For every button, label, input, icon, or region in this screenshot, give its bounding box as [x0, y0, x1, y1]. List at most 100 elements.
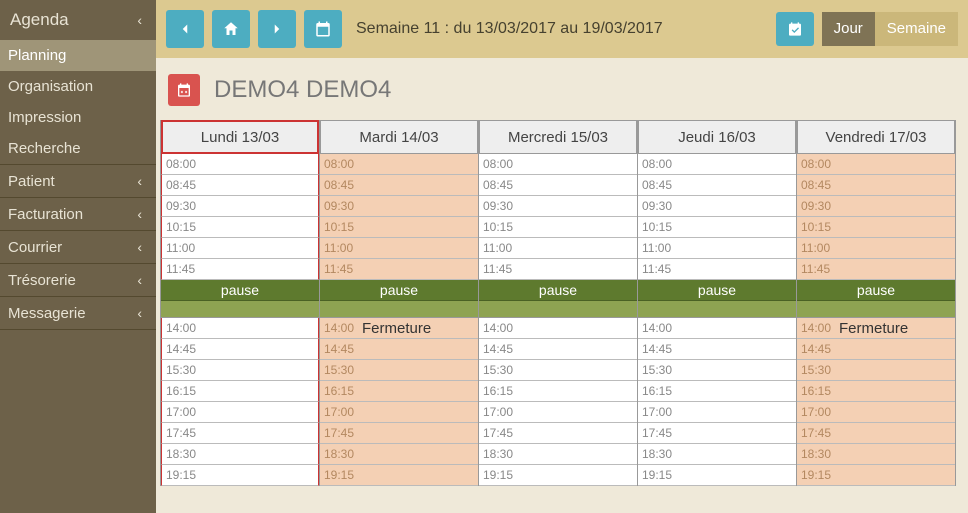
time-slot[interactable]: 19:15	[320, 465, 478, 486]
sidebar-section-courrier[interactable]: Courrier‹	[0, 231, 156, 263]
time-slot[interactable]: 15:30	[320, 360, 478, 381]
time-slot[interactable]: 14:45	[161, 339, 319, 360]
time-slot[interactable]: 11:45	[638, 259, 796, 280]
day-header[interactable]: Vendredi 17/03	[797, 120, 955, 154]
time-slot[interactable]: 09:30	[320, 196, 478, 217]
time-slot[interactable]: 14:00	[161, 318, 319, 339]
time-slot[interactable]: 17:00	[161, 402, 319, 423]
time-slot[interactable]: 16:15	[320, 381, 478, 402]
time-slot[interactable]: 15:30	[797, 360, 955, 381]
time-slot[interactable]: 09:30	[638, 196, 796, 217]
time-slot[interactable]: 10:15	[161, 217, 319, 238]
time-slot[interactable]: 11:00	[479, 238, 637, 259]
time-slot[interactable]: 09:30	[479, 196, 637, 217]
time-slot[interactable]: 18:30	[638, 444, 796, 465]
time-slot[interactable]: 14:00Fermeture	[797, 318, 955, 339]
prev-button[interactable]	[166, 10, 204, 48]
time-slot[interactable]: 11:45	[479, 259, 637, 280]
time-slot[interactable]: 08:45	[638, 175, 796, 196]
time-slot[interactable]: 17:00	[638, 402, 796, 423]
time-slot[interactable]: 14:00Fermeture	[320, 318, 478, 339]
time-slot[interactable]: 08:00	[479, 154, 637, 175]
time-slot[interactable]: 15:30	[479, 360, 637, 381]
time-slot[interactable]: 10:15	[320, 217, 478, 238]
view-day-button[interactable]: Jour	[822, 12, 875, 46]
sidebar: Agenda ‹ PlanningOrganisationImpressionR…	[0, 0, 156, 513]
time-slot[interactable]: 11:45	[797, 259, 955, 280]
chevron-left-icon: ‹	[137, 206, 142, 222]
time-slot[interactable]: 08:00	[638, 154, 796, 175]
time-slot[interactable]: 17:00	[479, 402, 637, 423]
sidebar-section-trésorerie[interactable]: Trésorerie‹	[0, 264, 156, 296]
time-slot[interactable]: 18:30	[320, 444, 478, 465]
sidebar-sub-organisation[interactable]: Organisation	[0, 71, 156, 102]
view-week-button[interactable]: Semaine	[875, 12, 958, 46]
chevron-left-icon: ‹	[137, 272, 142, 288]
time-slot[interactable]: 17:00	[797, 402, 955, 423]
time-slot[interactable]: 10:15	[638, 217, 796, 238]
pause-block-2	[797, 301, 955, 318]
sidebar-agenda-header[interactable]: Agenda ‹	[0, 0, 156, 40]
home-button[interactable]	[212, 10, 250, 48]
time-slot[interactable]: 17:45	[797, 423, 955, 444]
sidebar-section-patient[interactable]: Patient‹	[0, 165, 156, 197]
time-slot[interactable]: 19:15	[638, 465, 796, 486]
time-slot[interactable]: 08:45	[161, 175, 319, 196]
time-slot[interactable]: 14:45	[797, 339, 955, 360]
today-button[interactable]	[776, 12, 814, 46]
sidebar-sub-planning[interactable]: Planning	[0, 40, 156, 71]
time-slot[interactable]: 17:45	[479, 423, 637, 444]
time-slot[interactable]: 14:45	[320, 339, 478, 360]
pause-block-2	[320, 301, 478, 318]
time-slot[interactable]: 14:00	[479, 318, 637, 339]
time-slot[interactable]: 11:45	[320, 259, 478, 280]
time-slot[interactable]: 11:00	[320, 238, 478, 259]
time-slot[interactable]: 10:15	[479, 217, 637, 238]
time-slot[interactable]: 08:00	[797, 154, 955, 175]
calendar-button[interactable]	[304, 10, 342, 48]
time-slot[interactable]: 17:45	[161, 423, 319, 444]
day-header[interactable]: Lundi 13/03	[161, 120, 319, 154]
time-slot[interactable]: 18:30	[479, 444, 637, 465]
time-slot[interactable]: 19:15	[161, 465, 319, 486]
time-slot[interactable]: 09:30	[161, 196, 319, 217]
pause-block-2	[161, 301, 319, 318]
sidebar-sub-recherche[interactable]: Recherche	[0, 133, 156, 164]
time-slot[interactable]: 15:30	[638, 360, 796, 381]
time-slot[interactable]: 19:15	[479, 465, 637, 486]
sidebar-sub-impression[interactable]: Impression	[0, 102, 156, 133]
day-header[interactable]: Mercredi 15/03	[479, 120, 637, 154]
time-slot[interactable]: 08:45	[479, 175, 637, 196]
time-slot[interactable]: 08:00	[320, 154, 478, 175]
event-label: Fermeture	[362, 318, 431, 339]
sidebar-section-facturation[interactable]: Facturation‹	[0, 198, 156, 230]
time-slot[interactable]: 14:00	[638, 318, 796, 339]
time-slot[interactable]: 09:30	[797, 196, 955, 217]
time-slot[interactable]: 11:00	[797, 238, 955, 259]
next-button[interactable]	[258, 10, 296, 48]
time-slot[interactable]: 18:30	[797, 444, 955, 465]
time-slot[interactable]: 14:45	[479, 339, 637, 360]
day-column: Mercredi 15/0308:0008:4509:3010:1511:001…	[479, 120, 638, 486]
time-slot[interactable]: 14:45	[638, 339, 796, 360]
time-slot[interactable]: 10:15	[797, 217, 955, 238]
time-slot[interactable]: 17:45	[638, 423, 796, 444]
time-slot[interactable]: 17:45	[320, 423, 478, 444]
day-header[interactable]: Jeudi 16/03	[638, 120, 796, 154]
time-slot[interactable]: 18:30	[161, 444, 319, 465]
time-slot[interactable]: 17:00	[320, 402, 478, 423]
time-slot[interactable]: 19:15	[797, 465, 955, 486]
time-slot[interactable]: 16:15	[797, 381, 955, 402]
day-header[interactable]: Mardi 14/03	[320, 120, 478, 154]
time-slot[interactable]: 11:00	[161, 238, 319, 259]
time-slot[interactable]: 16:15	[161, 381, 319, 402]
time-slot[interactable]: 16:15	[638, 381, 796, 402]
time-slot[interactable]: 11:00	[638, 238, 796, 259]
time-slot[interactable]: 08:45	[320, 175, 478, 196]
time-slot[interactable]: 11:45	[161, 259, 319, 280]
time-slot[interactable]: 08:45	[797, 175, 955, 196]
time-slot[interactable]: 16:15	[479, 381, 637, 402]
time-slot[interactable]: 15:30	[161, 360, 319, 381]
sidebar-section-messagerie[interactable]: Messagerie‹	[0, 297, 156, 329]
time-slot[interactable]: 08:00	[161, 154, 319, 175]
